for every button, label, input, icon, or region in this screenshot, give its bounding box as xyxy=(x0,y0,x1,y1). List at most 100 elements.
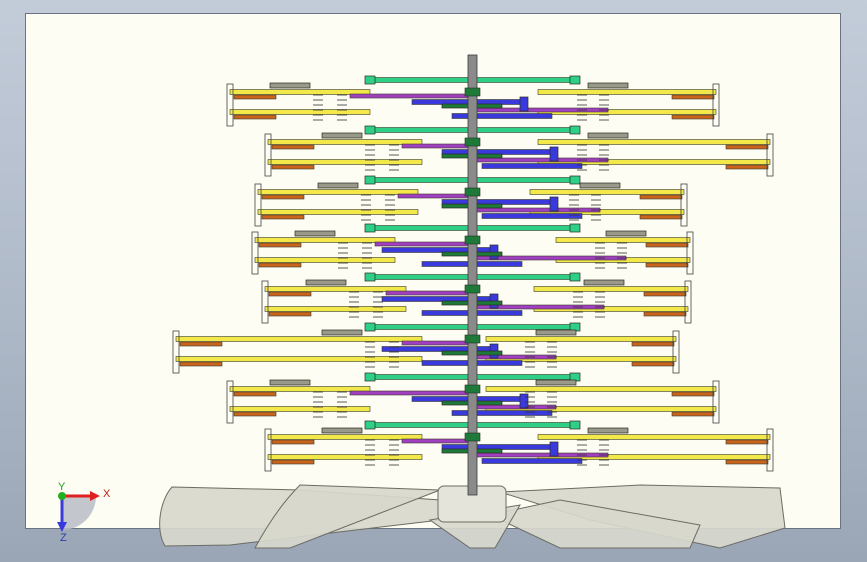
left-rod xyxy=(268,311,312,317)
right-rod xyxy=(671,114,715,120)
right-rod xyxy=(645,242,689,248)
right-rod xyxy=(671,391,715,397)
left-rod xyxy=(179,341,223,347)
left-arm-lower xyxy=(254,257,396,263)
right-rod xyxy=(671,94,715,100)
blue-link xyxy=(451,113,553,119)
purple-link xyxy=(471,354,557,360)
right-arm-upper xyxy=(485,386,717,392)
right-rod xyxy=(725,439,769,445)
right-arm-upper xyxy=(537,139,771,145)
hub-link-joint xyxy=(569,420,581,430)
slider-block xyxy=(605,230,647,237)
purple-link xyxy=(349,390,473,396)
purple-link xyxy=(401,143,473,149)
left-rod xyxy=(271,144,315,150)
slider-block xyxy=(535,329,577,336)
left-arm-lower xyxy=(229,109,371,115)
left-rod xyxy=(258,242,302,248)
right-rod xyxy=(631,361,675,367)
purple-link xyxy=(374,241,473,247)
right-rod xyxy=(725,164,769,170)
hub-link-joint xyxy=(364,420,376,430)
left-rod xyxy=(268,291,312,297)
z-axis-label: Z xyxy=(60,532,67,544)
blue-joint xyxy=(549,146,559,162)
purple-link xyxy=(385,290,473,296)
slider-block xyxy=(587,132,629,139)
right-arm-upper xyxy=(537,89,717,95)
left-rod xyxy=(271,164,315,170)
left-arm-upper xyxy=(229,386,371,392)
hub-link-joint xyxy=(364,125,376,135)
slider-block xyxy=(579,182,621,189)
coordinate-triad: X Y Z xyxy=(57,481,111,544)
y-axis-label: Y xyxy=(58,481,66,493)
purple-link xyxy=(471,107,609,113)
purple-link xyxy=(471,157,609,163)
right-rod xyxy=(725,144,769,150)
right-rod xyxy=(645,262,689,268)
slider-block xyxy=(294,230,336,237)
hub-link-joint xyxy=(569,75,581,85)
blue-joint xyxy=(519,96,529,112)
left-rod xyxy=(258,262,302,268)
slider-block xyxy=(535,379,577,386)
left-rod xyxy=(179,361,223,367)
linkage-tier[interactable] xyxy=(172,322,680,374)
hub-link-joint xyxy=(364,175,376,185)
right-rod xyxy=(643,311,687,317)
blue-joint xyxy=(549,441,559,457)
slider-block xyxy=(583,279,625,286)
right-rod xyxy=(639,194,683,200)
hub-link-joint xyxy=(364,322,376,332)
hub-link-joint xyxy=(364,272,376,282)
shaft-collar xyxy=(464,187,481,197)
shaft-collar xyxy=(464,87,481,97)
shaft-collar xyxy=(464,235,481,245)
purple-link xyxy=(397,193,473,199)
blue-link xyxy=(481,458,583,464)
hub-link-joint xyxy=(364,75,376,85)
slider-block xyxy=(587,427,629,434)
shaft-collar xyxy=(464,137,481,147)
blue-link xyxy=(481,163,583,169)
left-arm-upper xyxy=(267,139,423,145)
shaft-collar xyxy=(464,384,481,394)
model-scene[interactable]: X Y Z xyxy=(0,0,867,562)
right-arm-upper xyxy=(485,336,677,342)
blue-link xyxy=(451,410,553,416)
blue-link xyxy=(481,213,583,219)
purple-link xyxy=(349,93,473,99)
left-rod xyxy=(271,439,315,445)
shaft-collar xyxy=(464,334,481,344)
linkage-tier[interactable] xyxy=(264,125,774,177)
left-arm-lower xyxy=(264,306,407,312)
left-rod xyxy=(233,411,277,417)
purple-link xyxy=(471,452,609,458)
left-rod xyxy=(271,459,315,465)
left-arm-upper xyxy=(267,434,423,440)
left-arm-upper xyxy=(257,189,419,195)
slider-block xyxy=(321,329,363,336)
blue-joint xyxy=(519,393,529,409)
left-arm-upper xyxy=(175,336,423,342)
right-rod xyxy=(639,214,683,220)
left-arm-upper xyxy=(254,237,396,243)
left-rod xyxy=(261,194,305,200)
right-rod xyxy=(671,411,715,417)
slider-block xyxy=(587,82,629,89)
shaft-collar xyxy=(464,432,481,442)
hub-link-joint xyxy=(569,272,581,282)
right-arm-upper xyxy=(555,237,691,243)
right-arm-upper xyxy=(533,286,689,292)
shaft-collar xyxy=(464,284,481,294)
purple-link xyxy=(471,207,601,213)
right-arm-upper xyxy=(529,189,685,195)
hub-link-joint xyxy=(364,372,376,382)
linkage-tier[interactable] xyxy=(264,420,774,472)
left-rod xyxy=(261,214,305,220)
hub-link-joint xyxy=(364,223,376,233)
vertical-shaft[interactable] xyxy=(467,54,478,496)
left-rod xyxy=(233,391,277,397)
